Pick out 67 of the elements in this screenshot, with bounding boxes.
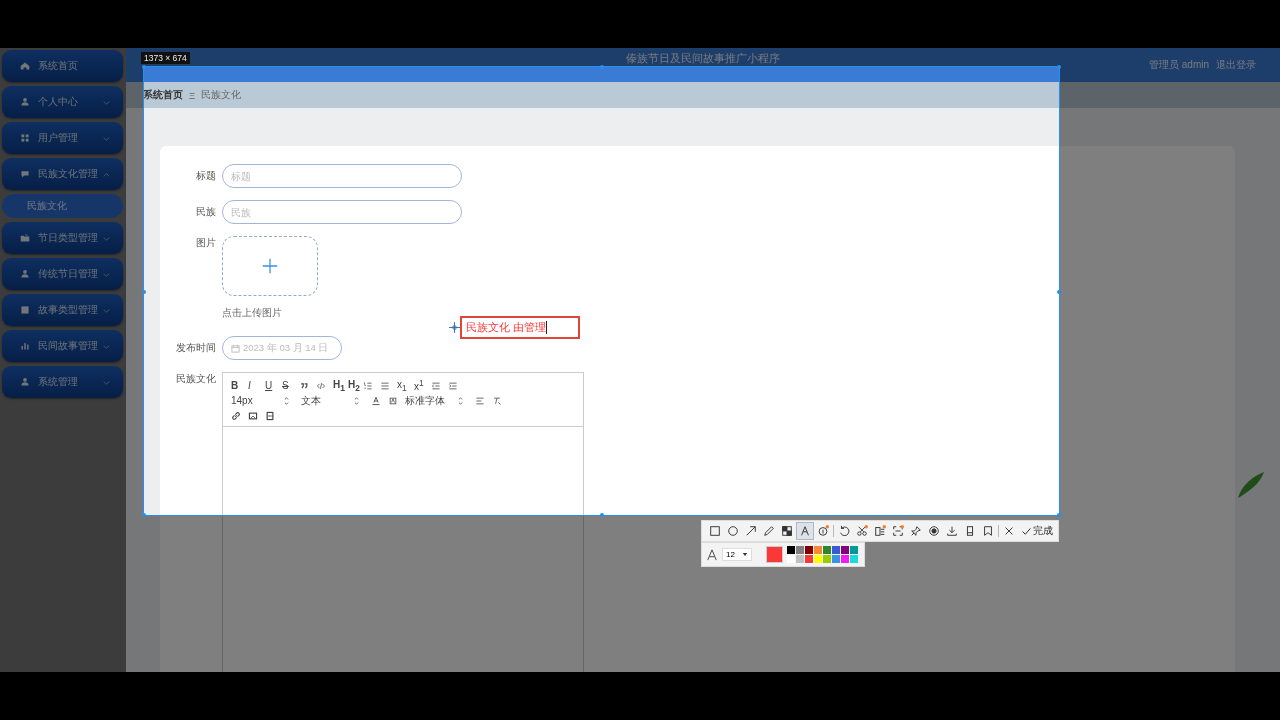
format-button[interactable]: I	[248, 380, 265, 391]
input-field[interactable]: 标题	[222, 164, 462, 188]
chat-icon	[20, 169, 30, 179]
dropdown-arrow-icon	[742, 552, 748, 557]
format-button[interactable]: x$^{1}$	[414, 378, 431, 393]
sort-icon	[284, 396, 289, 405]
input-field[interactable]: 民族	[222, 200, 462, 224]
color-swatch[interactable]	[787, 555, 795, 563]
sort-icon	[354, 396, 359, 405]
text-icon[interactable]	[796, 522, 814, 540]
field-label: 民族文化	[175, 372, 217, 386]
app-title: 傣族节日及民间故事推广小程序	[626, 51, 780, 66]
font-size-dropdown[interactable]: 12	[722, 548, 752, 561]
grid-icon	[20, 133, 30, 143]
field-label: 图片	[195, 236, 217, 250]
format-button[interactable]: H$_{2}$	[348, 378, 363, 393]
picker-dropdown[interactable]: 文本	[301, 393, 367, 408]
plus-icon	[261, 257, 279, 275]
color-swatch[interactable]	[832, 555, 840, 563]
text-annotation[interactable]: 民族文化 由管理	[460, 316, 580, 339]
field-label: 标题	[195, 169, 217, 183]
user-label: 管理员 admin	[1149, 58, 1209, 72]
color-swatch[interactable]	[805, 546, 813, 554]
upload-hint: 点击上传图片	[222, 306, 283, 320]
calendar-icon	[231, 343, 240, 353]
bar-chart-icon	[20, 341, 30, 351]
color-swatch[interactable]	[850, 555, 858, 563]
person-icon	[20, 377, 30, 387]
image-icon	[20, 305, 30, 315]
picker-dropdown[interactable]: 14px	[231, 395, 297, 406]
home-icon	[20, 61, 30, 71]
check-icon	[1021, 525, 1032, 537]
color-swatch[interactable]	[823, 546, 831, 554]
color-swatch[interactable]	[823, 555, 831, 563]
font-icon	[706, 548, 718, 561]
picker-dropdown[interactable]: 标准字体	[405, 393, 471, 408]
format-button[interactable]: B	[231, 380, 248, 391]
current-color-swatch[interactable]	[766, 546, 783, 563]
person-icon	[20, 97, 30, 107]
leaf-drawing	[1236, 470, 1266, 500]
color-swatch[interactable]	[805, 555, 813, 563]
color-swatch[interactable]	[850, 546, 858, 554]
field-label: 民族	[195, 205, 217, 219]
folder-icon	[20, 233, 30, 243]
breadcrumb-item[interactable]: 民族文化	[201, 88, 242, 102]
color-swatch[interactable]	[832, 546, 840, 554]
upload-box[interactable]	[222, 236, 318, 296]
color-swatch[interactable]	[814, 546, 822, 554]
color-swatch[interactable]	[841, 546, 849, 554]
selection-frame[interactable]	[143, 66, 1060, 516]
done-button[interactable]: 完成	[1018, 524, 1056, 538]
sort-icon	[458, 396, 463, 405]
format-button[interactable]: x$_{1}$	[397, 378, 414, 393]
color-swatch[interactable]	[787, 546, 795, 554]
breadcrumb-item[interactable]: 系统首页	[143, 88, 183, 102]
field-label: 发布时间	[175, 341, 217, 355]
crosshair-icon	[449, 322, 460, 333]
color-swatch[interactable]	[841, 555, 849, 563]
format-button[interactable]: H$_{1}$	[333, 378, 348, 393]
format-button[interactable]: S	[282, 380, 299, 391]
color-swatch[interactable]	[796, 546, 804, 554]
color-swatch[interactable]	[796, 555, 804, 563]
color-swatch[interactable]	[814, 555, 822, 563]
person-icon	[20, 269, 30, 279]
size-label: 1373 × 674	[141, 52, 190, 64]
format-button[interactable]: U	[265, 380, 282, 391]
breadcrumb-separator: Ξ	[189, 89, 196, 101]
